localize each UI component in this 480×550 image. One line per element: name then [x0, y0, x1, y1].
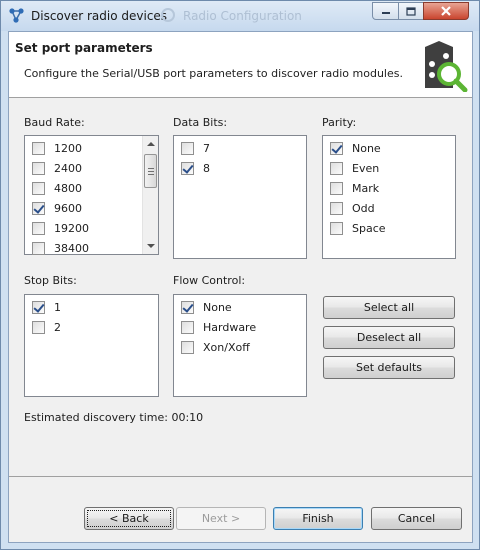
item-label: Hardware: [203, 320, 257, 334]
item-label: 4800: [54, 181, 82, 195]
wizard-header: Set port parameters Configure the Serial…: [9, 32, 472, 98]
select-all-button[interactable]: Select all: [323, 296, 455, 319]
item-label: 19200: [54, 221, 89, 235]
background-app-icon: [161, 8, 175, 22]
flow-control-label: Flow Control:: [173, 274, 246, 287]
cancel-button[interactable]: Cancel: [371, 507, 462, 530]
scroll-down-icon[interactable]: [147, 244, 155, 248]
scroll-up-icon[interactable]: [147, 142, 155, 146]
item-label: 38400: [54, 241, 89, 255]
data-bits-list[interactable]: 7 8: [173, 135, 307, 259]
flow-control-item-xon-xoff[interactable]: Xon/Xoff: [181, 339, 250, 355]
item-label: 9600: [54, 201, 82, 215]
stop-bits-item-2[interactable]: 2: [32, 319, 61, 335]
set-defaults-button[interactable]: Set defaults: [323, 356, 455, 379]
checkbox[interactable]: [181, 320, 194, 334]
checkbox[interactable]: [181, 300, 194, 314]
item-label: 1200: [54, 141, 82, 155]
item-label: 7: [203, 141, 210, 155]
item-label: Even: [352, 161, 380, 175]
maximize-button[interactable]: [398, 2, 424, 20]
checkbox[interactable]: [32, 221, 45, 235]
data-bits-label: Data Bits:: [173, 116, 228, 129]
parity-label: Parity:: [322, 116, 357, 129]
parity-list[interactable]: None Even Mark Odd Space: [322, 135, 456, 259]
flow-control-item-none[interactable]: None: [181, 299, 232, 315]
flow-control-item-hardware[interactable]: Hardware: [181, 319, 256, 335]
minimize-button[interactable]: [372, 2, 399, 20]
window-title: Discover radio devices: [31, 9, 168, 23]
maximize-icon: [406, 6, 416, 16]
dialog-client-area: Set port parameters Configure the Serial…: [8, 31, 473, 543]
network-nodes-icon: [9, 8, 24, 23]
port-parameters-panel: Baud Rate: 1200 2400 4800 9600 19200 384…: [9, 99, 472, 477]
stop-bits-item-1[interactable]: 1: [32, 299, 61, 315]
checkbox[interactable]: [181, 161, 194, 175]
stop-bits-label: Stop Bits:: [24, 274, 77, 287]
item-label: Xon/Xoff: [203, 340, 250, 354]
parity-item-odd[interactable]: Odd: [330, 200, 375, 216]
item-label: 1: [54, 300, 61, 314]
checkbox[interactable]: [32, 201, 45, 215]
dialog-window: Discover radio devices Radio Configurati…: [0, 0, 480, 550]
item-label: None: [203, 300, 232, 314]
item-label: 8: [203, 161, 210, 175]
baud-rate-item-38400[interactable]: 38400: [32, 240, 89, 256]
scroll-thumb[interactable]: [144, 154, 157, 188]
background-window-title: Radio Configuration: [183, 9, 302, 23]
estimated-discovery-time: Estimated discovery time: 00:10: [24, 411, 204, 424]
checkbox[interactable]: [32, 141, 45, 155]
close-button[interactable]: [423, 2, 469, 20]
checkbox[interactable]: [330, 221, 343, 235]
item-label: 2400: [54, 161, 82, 175]
parity-item-even[interactable]: Even: [330, 160, 379, 176]
checkbox[interactable]: [32, 161, 45, 175]
checkbox[interactable]: [32, 320, 45, 334]
parity-item-none[interactable]: None: [330, 140, 381, 156]
next-button[interactable]: Next >: [176, 507, 266, 530]
minimize-icon: [381, 12, 390, 14]
radio-module-search-icon: [425, 41, 468, 92]
parity-item-space[interactable]: Space: [330, 220, 386, 236]
checkbox[interactable]: [330, 181, 343, 195]
baud-rate-label: Baud Rate:: [24, 116, 85, 129]
close-icon: [441, 6, 451, 16]
item-label: None: [352, 141, 381, 155]
flow-control-list[interactable]: None Hardware Xon/Xoff: [173, 294, 307, 397]
baud-rate-scrollbar[interactable]: [142, 136, 158, 254]
baud-rate-item-4800[interactable]: 4800: [32, 180, 82, 196]
checkbox[interactable]: [32, 241, 45, 255]
title-bar[interactable]: Discover radio devices Radio Configurati…: [1, 1, 479, 31]
checkbox[interactable]: [32, 181, 45, 195]
baud-rate-item-9600[interactable]: 9600: [32, 200, 82, 216]
item-label: Mark: [352, 181, 380, 195]
item-label: Odd: [352, 201, 375, 215]
checkbox[interactable]: [181, 340, 194, 354]
deselect-all-button[interactable]: Deselect all: [323, 326, 455, 349]
data-bits-item-8[interactable]: 8: [181, 160, 210, 176]
checkbox[interactable]: [181, 141, 194, 155]
data-bits-item-7[interactable]: 7: [181, 140, 210, 156]
baud-rate-list[interactable]: 1200 2400 4800 9600 19200 38400: [24, 135, 159, 255]
stop-bits-list[interactable]: 1 2: [24, 294, 159, 397]
baud-rate-item-1200[interactable]: 1200: [32, 140, 82, 156]
page-description: Configure the Serial/USB port parameters…: [24, 67, 403, 80]
page-title: Set port parameters: [15, 41, 153, 55]
checkbox[interactable]: [330, 161, 343, 175]
checkbox[interactable]: [330, 141, 343, 155]
parity-item-mark[interactable]: Mark: [330, 180, 379, 196]
baud-rate-item-19200[interactable]: 19200: [32, 220, 89, 236]
back-button[interactable]: < Back: [84, 507, 174, 530]
item-label: 2: [54, 320, 61, 334]
item-label: Space: [352, 221, 386, 235]
checkbox[interactable]: [32, 300, 45, 314]
baud-rate-item-2400[interactable]: 2400: [32, 160, 82, 176]
checkbox[interactable]: [330, 201, 343, 215]
finish-button[interactable]: Finish: [273, 507, 363, 530]
